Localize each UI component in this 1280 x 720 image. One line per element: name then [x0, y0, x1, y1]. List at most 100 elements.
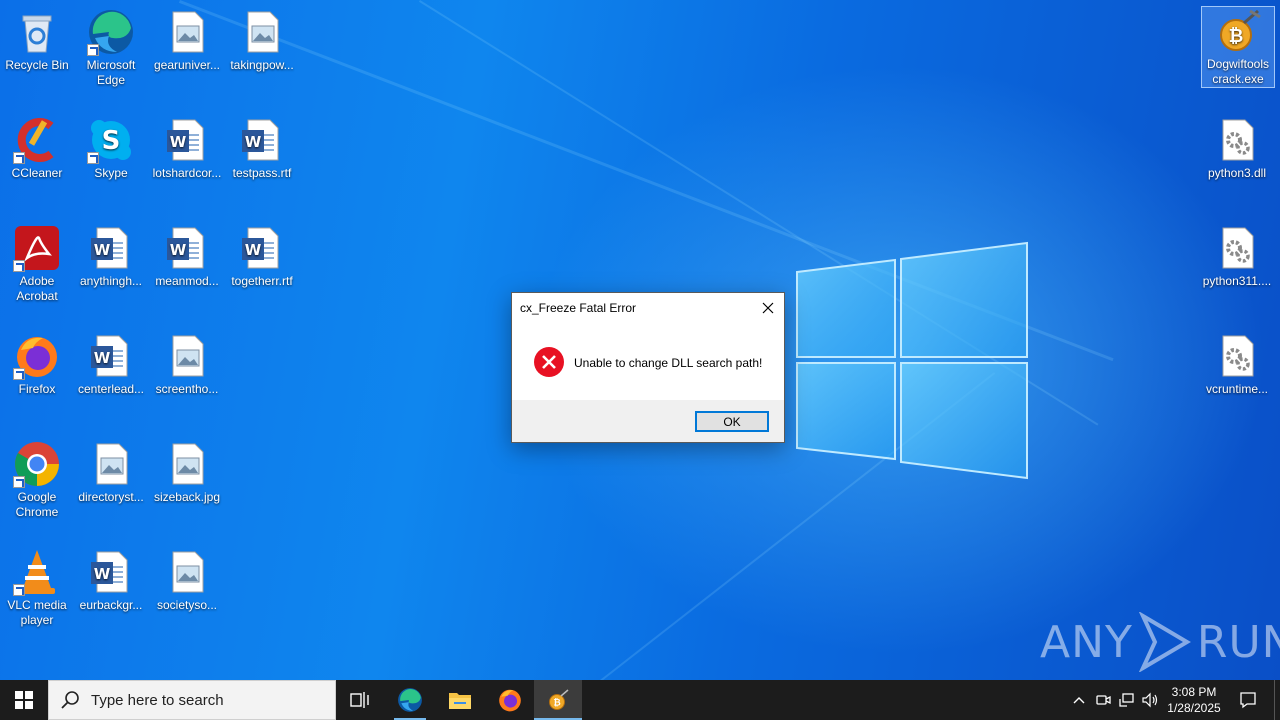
desktop-icon-word-file[interactable]: W testpass.rtf: [225, 116, 299, 181]
svg-text:W: W: [94, 565, 111, 583]
shortcut-arrow-icon: [87, 152, 99, 164]
search-icon: [61, 691, 79, 709]
dogwiftools-exe-icon: ₿: [549, 689, 569, 710]
image-file-icon: [172, 11, 204, 53]
recycle-bin-icon: [22, 15, 52, 53]
desktop[interactable]: Recycle Bin CCleaner Adobe Acrobat Firef…: [0, 0, 1280, 680]
watermark-text-left: ANY: [1040, 616, 1133, 668]
action-center-button[interactable]: [1230, 680, 1266, 720]
icon-label: Skype: [94, 166, 128, 180]
tray-network-button[interactable]: [1116, 680, 1138, 720]
svg-text:W: W: [94, 349, 111, 367]
desktop-icon-adobe-acrobat[interactable]: Adobe Acrobat: [0, 224, 74, 304]
svg-text:S: S: [102, 126, 121, 156]
icon-label: python3.dll: [1207, 166, 1267, 180]
desktop-icon-dll-file[interactable]: python311....: [1200, 224, 1274, 289]
task-view-icon: [350, 692, 369, 708]
taskbar-search-box[interactable]: Type here to search: [48, 680, 336, 720]
shortcut-arrow-icon: [13, 152, 25, 164]
desktop-icon-skype[interactable]: S Skype: [74, 116, 148, 181]
dialog-titlebar[interactable]: cx_Freeze Fatal Error: [512, 293, 784, 322]
icon-label: centerlead...: [77, 382, 145, 396]
shortcut-arrow-icon: [13, 260, 25, 272]
desktop-icon-microsoft-edge[interactable]: Microsoft Edge: [74, 8, 148, 88]
volume-icon: [1142, 692, 1158, 708]
icon-label: takingpow...: [230, 58, 294, 72]
word-document-icon: W: [242, 227, 279, 269]
icon-label: anythingh...: [79, 274, 143, 288]
desktop-icon-word-file[interactable]: W centerlead...: [74, 332, 148, 397]
icon-label: Firefox: [18, 382, 56, 396]
desktop-icon-firefox[interactable]: Firefox: [0, 332, 74, 397]
desktop-icon-word-file[interactable]: W meanmod...: [150, 224, 224, 289]
word-document-icon: W: [167, 119, 204, 161]
icon-label: Google Chrome: [15, 490, 59, 519]
desktop-icon-word-file[interactable]: W togetherr.rtf: [225, 224, 299, 289]
taskbar: Type here to search ₿ 3:08 PM 1/28/2025: [0, 680, 1280, 720]
icon-label: gearuniver...: [153, 58, 221, 72]
search-placeholder: Type here to search: [91, 691, 224, 709]
taskbar-firefox-button[interactable]: [486, 680, 534, 720]
icon-label: Dogwiftools crack.exe: [1206, 57, 1270, 86]
dll-file-icon: [1222, 227, 1254, 269]
dialog-footer: OK: [512, 400, 784, 442]
icon-label: togetherr.rtf: [231, 274, 293, 288]
shortcut-arrow-icon: [13, 584, 25, 596]
desktop-icon-dogwiftools-exe[interactable]: ₿ Dogwiftools crack.exe: [1201, 6, 1275, 88]
windows-start-icon: [15, 691, 33, 709]
play-triangle-icon: [1138, 612, 1191, 672]
tray-volume-button[interactable]: [1140, 680, 1162, 720]
tray-meet-now-button[interactable]: [1092, 680, 1114, 720]
desktop-icon-recycle-bin[interactable]: Recycle Bin: [0, 8, 74, 73]
desktop-icon-image-file[interactable]: directoryst...: [74, 440, 148, 505]
desktop-icon-image-file[interactable]: gearuniver...: [150, 8, 224, 73]
svg-text:W: W: [94, 241, 111, 259]
show-hidden-icons-button[interactable]: [1068, 680, 1090, 720]
close-icon: [762, 302, 774, 313]
icon-label: vcruntime...: [1205, 382, 1268, 396]
desktop-icon-image-file[interactable]: screentho...: [150, 332, 224, 397]
desktop-icon-image-file[interactable]: societyso...: [150, 548, 224, 613]
desktop-icon-image-file[interactable]: takingpow...: [225, 8, 299, 73]
icon-label: sizeback.jpg: [153, 490, 221, 504]
icon-label: Adobe Acrobat: [16, 274, 58, 303]
desktop-icon-image-file[interactable]: sizeback.jpg: [150, 440, 224, 505]
taskbar-dogwiftools-button[interactable]: ₿: [534, 680, 582, 720]
desktop-icon-google-chrome[interactable]: Google Chrome: [0, 440, 74, 520]
desktop-icon-ccleaner[interactable]: CCleaner: [0, 116, 74, 181]
desktop-icon-dll-file[interactable]: python3.dll: [1200, 116, 1274, 181]
show-desktop-button[interactable]: [1274, 680, 1275, 720]
icon-label: VLC media player: [7, 598, 67, 627]
icon-label: meanmod...: [155, 274, 219, 288]
taskbar-clock[interactable]: 3:08 PM 1/28/2025: [1164, 680, 1224, 720]
word-document-icon: W: [91, 335, 128, 377]
icon-label: directoryst...: [78, 490, 144, 504]
start-button[interactable]: [0, 680, 48, 720]
anyrun-watermark: ANY RUN: [1040, 612, 1280, 672]
desktop-icon-word-file[interactable]: W eurbackgr...: [74, 548, 148, 613]
svg-text:W: W: [170, 241, 187, 259]
dll-file-icon: [1222, 335, 1254, 377]
taskbar-edge-button[interactable]: [386, 680, 434, 720]
ok-button[interactable]: OK: [695, 411, 769, 432]
image-file-icon: [96, 443, 128, 485]
edge-icon: [398, 688, 422, 712]
clock-time: 3:08 PM: [1171, 685, 1217, 699]
shortcut-arrow-icon: [13, 368, 25, 380]
image-file-icon: [172, 335, 204, 377]
network-icon: [1119, 693, 1134, 707]
dialog-title: cx_Freeze Fatal Error: [520, 300, 637, 315]
desktop-icon-word-file[interactable]: W lotshardcor...: [150, 116, 224, 181]
desktop-icon-word-file[interactable]: W anythingh...: [74, 224, 148, 289]
icon-label: Recycle Bin: [5, 58, 69, 72]
taskbar-file-explorer-button[interactable]: [436, 680, 484, 720]
svg-text:W: W: [245, 241, 262, 259]
svg-text:W: W: [170, 133, 187, 151]
dialog-body: Unable to change DLL search path!: [512, 322, 784, 400]
task-view-button[interactable]: [336, 680, 384, 720]
svg-text:W: W: [245, 133, 262, 151]
dialog-close-button[interactable]: [752, 293, 784, 322]
desktop-icon-dll-file[interactable]: vcruntime...: [1200, 332, 1274, 397]
desktop-icon-vlc[interactable]: VLC media player: [0, 548, 74, 628]
shortcut-arrow-icon: [13, 476, 25, 488]
